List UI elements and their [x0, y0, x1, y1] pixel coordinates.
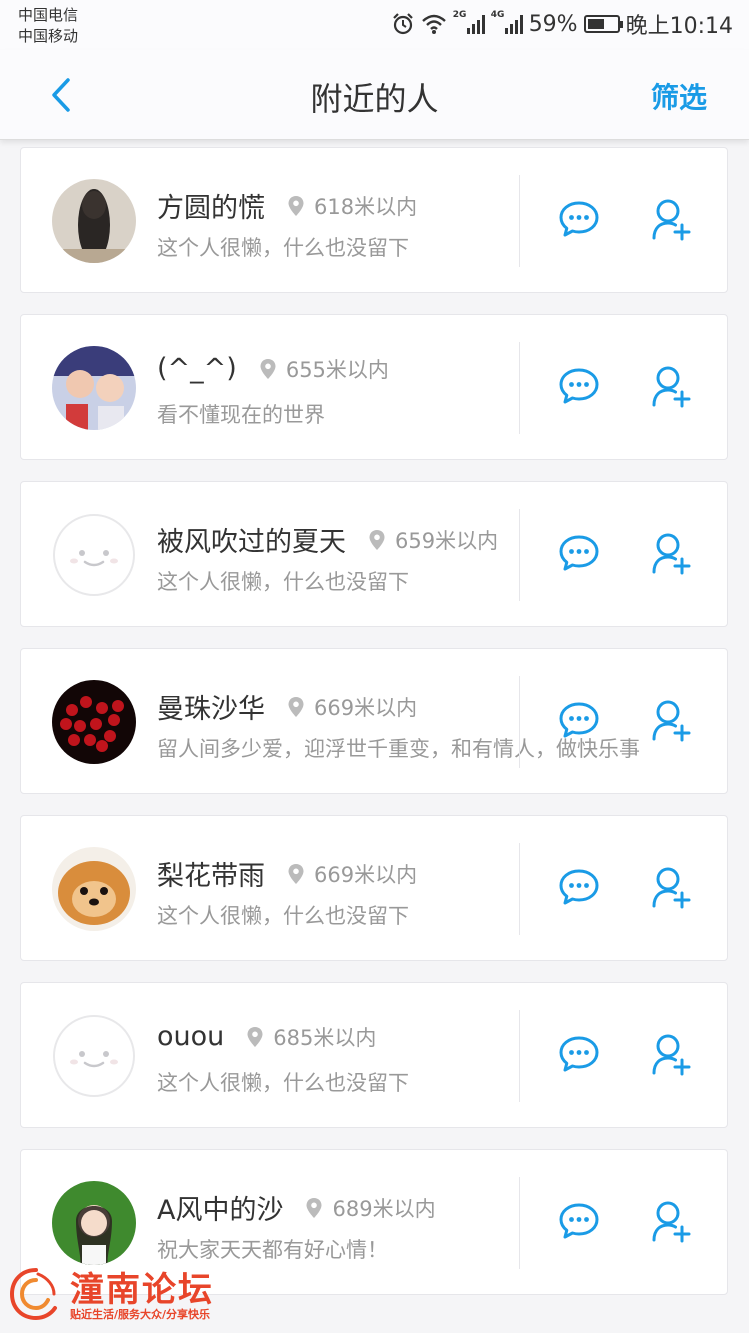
distance-label: 669米以内: [314, 695, 418, 720]
avatar-image: [52, 680, 136, 764]
battery-percent: 59%: [528, 11, 578, 37]
name-row: 梨花带雨 669米以内: [157, 854, 417, 893]
divider: [519, 843, 520, 935]
distance-label: 689米以内: [332, 1196, 436, 1221]
filter-button[interactable]: 筛选: [651, 76, 707, 116]
add-friend-icon[interactable]: [651, 866, 691, 910]
distance-label: 655米以内: [285, 357, 389, 382]
avatar-image: [52, 1181, 136, 1265]
name-row: 方圆的慌 618米以内: [157, 186, 417, 225]
name-row: A风中的沙 689米以内: [157, 1188, 436, 1227]
list-item[interactable]: 曼珠沙华 669米以内 留人间多少爱，迎浮世千重变，和有情人，做快乐事: [20, 648, 728, 794]
action-group: [541, 148, 727, 292]
list-item[interactable]: 方圆的慌 618米以内 这个人很懒，什么也没留下: [20, 147, 728, 293]
user-name: ouou: [157, 1021, 225, 1052]
name-row: ouou 685米以内: [157, 1021, 376, 1052]
add-friend-icon[interactable]: [651, 1200, 691, 1244]
network-type-1: 2G: [452, 10, 467, 20]
location-pin-icon: [288, 696, 304, 717]
status-icons: 2G 4G 59% 晚上10:14: [391, 9, 733, 39]
user-name: A风中的沙: [157, 1195, 284, 1226]
divider: [519, 175, 520, 267]
status-bar: 中国电信 中国移动 2G 4G 59% 晚上10:14: [0, 0, 749, 50]
signal-icon-2: 4G: [491, 10, 523, 34]
action-group: [541, 649, 727, 793]
avatar[interactable]: [52, 513, 136, 597]
nav-bar: 附近的人 筛选: [0, 50, 749, 140]
watermark-title: 潼南论坛: [70, 1270, 214, 1310]
distance-label: 618米以内: [314, 194, 418, 219]
distance-label: 669米以内: [314, 862, 418, 887]
chat-bubble-icon[interactable]: [558, 367, 600, 405]
chat-bubble-icon[interactable]: [558, 1035, 600, 1073]
add-friend-icon[interactable]: [651, 198, 691, 242]
name-row: 曼珠沙华 669米以内: [157, 687, 417, 726]
forum-watermark: 潼南论坛 贴近生活/服务大众/分享快乐: [8, 1262, 248, 1326]
wifi-icon: [421, 14, 446, 34]
divider: [519, 509, 520, 601]
distance-label: 685米以内: [273, 1025, 377, 1050]
avatar-image: [52, 1014, 136, 1098]
avatar[interactable]: [52, 179, 136, 263]
avatar-image: [52, 179, 136, 263]
user-name: (^_^): [157, 353, 237, 384]
add-friend-icon[interactable]: [651, 365, 691, 409]
avatar[interactable]: [52, 847, 136, 931]
carrier-2: 中国移动: [18, 27, 79, 45]
battery-icon: [583, 15, 623, 33]
chat-bubble-icon[interactable]: [558, 1202, 600, 1240]
avatar[interactable]: [52, 680, 136, 764]
list-item[interactable]: 梨花带雨 669米以内 这个人很懒，什么也没留下: [20, 815, 728, 961]
add-friend-icon[interactable]: [651, 532, 691, 576]
action-group: [541, 816, 727, 960]
carrier-info: 中国电信 中国移动: [18, 5, 78, 47]
divider: [519, 342, 520, 434]
add-friend-icon[interactable]: [651, 1033, 691, 1077]
user-name: 曼珠沙华: [157, 694, 265, 725]
chat-bubble-icon[interactable]: [558, 868, 600, 906]
clock: 晚上10:14: [625, 14, 733, 39]
divider: [519, 1010, 520, 1102]
avatar[interactable]: [52, 1181, 136, 1265]
carrier-1: 中国电信: [18, 6, 79, 24]
alarm-icon: [392, 13, 413, 35]
list-item[interactable]: 被风吹过的夏天 659米以内 这个人很懒，什么也没留下: [20, 481, 728, 627]
watermark-subtitle: 贴近生活/服务大众/分享快乐: [70, 1308, 211, 1321]
divider: [519, 676, 520, 768]
user-name: 梨花带雨: [157, 861, 265, 892]
chat-bubble-icon[interactable]: [558, 200, 600, 238]
action-group: [541, 482, 727, 626]
action-group: [541, 983, 727, 1127]
page-title: 附近的人: [310, 80, 439, 118]
user-name: 方圆的慌: [157, 193, 265, 224]
avatar[interactable]: [52, 346, 136, 430]
location-pin-icon: [288, 195, 304, 216]
user-name: 被风吹过的夏天: [157, 527, 346, 558]
forum-logo-icon: [9, 1268, 57, 1321]
name-row: 被风吹过的夏天 659米以内: [157, 520, 498, 559]
divider: [519, 1177, 520, 1269]
location-pin-icon: [260, 358, 276, 379]
list-item[interactable]: (^_^) 655米以内 看不懂现在的世界: [20, 314, 728, 460]
location-pin-icon: [288, 863, 304, 884]
network-type-2: 4G: [490, 10, 505, 20]
signal-icon: 2G: [453, 10, 485, 34]
avatar[interactable]: [52, 1014, 136, 1098]
location-pin-icon: [369, 529, 385, 550]
name-row: (^_^) 655米以内: [157, 353, 389, 384]
action-group: [541, 315, 727, 459]
distance-label: 659米以内: [395, 528, 499, 553]
chat-bubble-icon[interactable]: [558, 701, 600, 739]
avatar-image: [52, 513, 136, 597]
avatar-image: [52, 346, 136, 430]
add-friend-icon[interactable]: [651, 699, 691, 743]
chat-bubble-icon[interactable]: [558, 534, 600, 572]
nearby-people-list: 方圆的慌 618米以内 这个人很懒，什么也没留下 (^_^) 655米以内 看不…: [20, 147, 728, 1316]
location-pin-icon: [247, 1026, 263, 1047]
location-pin-icon: [306, 1197, 322, 1218]
list-item[interactable]: ouou 685米以内 这个人很懒，什么也没留下: [20, 982, 728, 1128]
action-group: [541, 1150, 727, 1294]
avatar-image: [52, 847, 136, 931]
